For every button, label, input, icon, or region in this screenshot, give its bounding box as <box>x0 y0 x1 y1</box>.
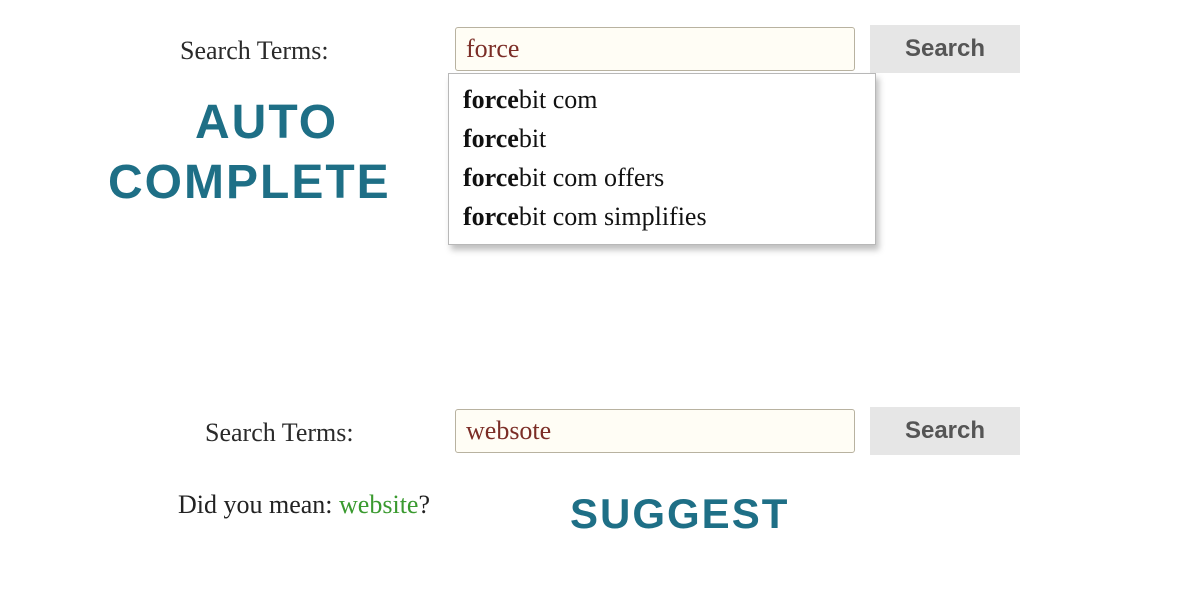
autocomplete-item[interactable]: forcebit com simplifies <box>449 197 875 236</box>
callout-auto: Auto <box>195 95 338 150</box>
autocomplete-match: force <box>463 85 519 114</box>
search-button[interactable]: Search <box>870 407 1020 455</box>
autocomplete-match: force <box>463 124 519 153</box>
did-you-mean-suffix: ? <box>418 490 430 519</box>
autocomplete-rest: bit com simplifies <box>519 202 707 231</box>
autocomplete-rest: bit <box>519 124 546 153</box>
did-you-mean-prefix: Did you mean: <box>178 490 339 519</box>
search-input[interactable] <box>455 409 855 453</box>
autocomplete-rest: bit com offers <box>519 163 664 192</box>
autocomplete-dropdown: forcebit com forcebit forcebit com offer… <box>448 73 876 245</box>
autocomplete-item[interactable]: forcebit <box>449 119 875 158</box>
callout-suggest: Suggest <box>570 490 789 538</box>
autocomplete-item[interactable]: forcebit com offers <box>449 158 875 197</box>
search-input[interactable] <box>455 27 855 71</box>
autocomplete-match: force <box>463 202 519 231</box>
did-you-mean-link[interactable]: website <box>339 490 418 519</box>
autocomplete-match: force <box>463 163 519 192</box>
search-terms-label: Search Terms: <box>205 418 354 448</box>
did-you-mean: Did you mean: website? <box>178 490 430 520</box>
autocomplete-rest: bit com <box>519 85 598 114</box>
search-button[interactable]: Search <box>870 25 1020 73</box>
callout-complete: Complete <box>108 155 391 210</box>
search-terms-label: Search Terms: <box>180 36 329 66</box>
autocomplete-item[interactable]: forcebit com <box>449 80 875 119</box>
